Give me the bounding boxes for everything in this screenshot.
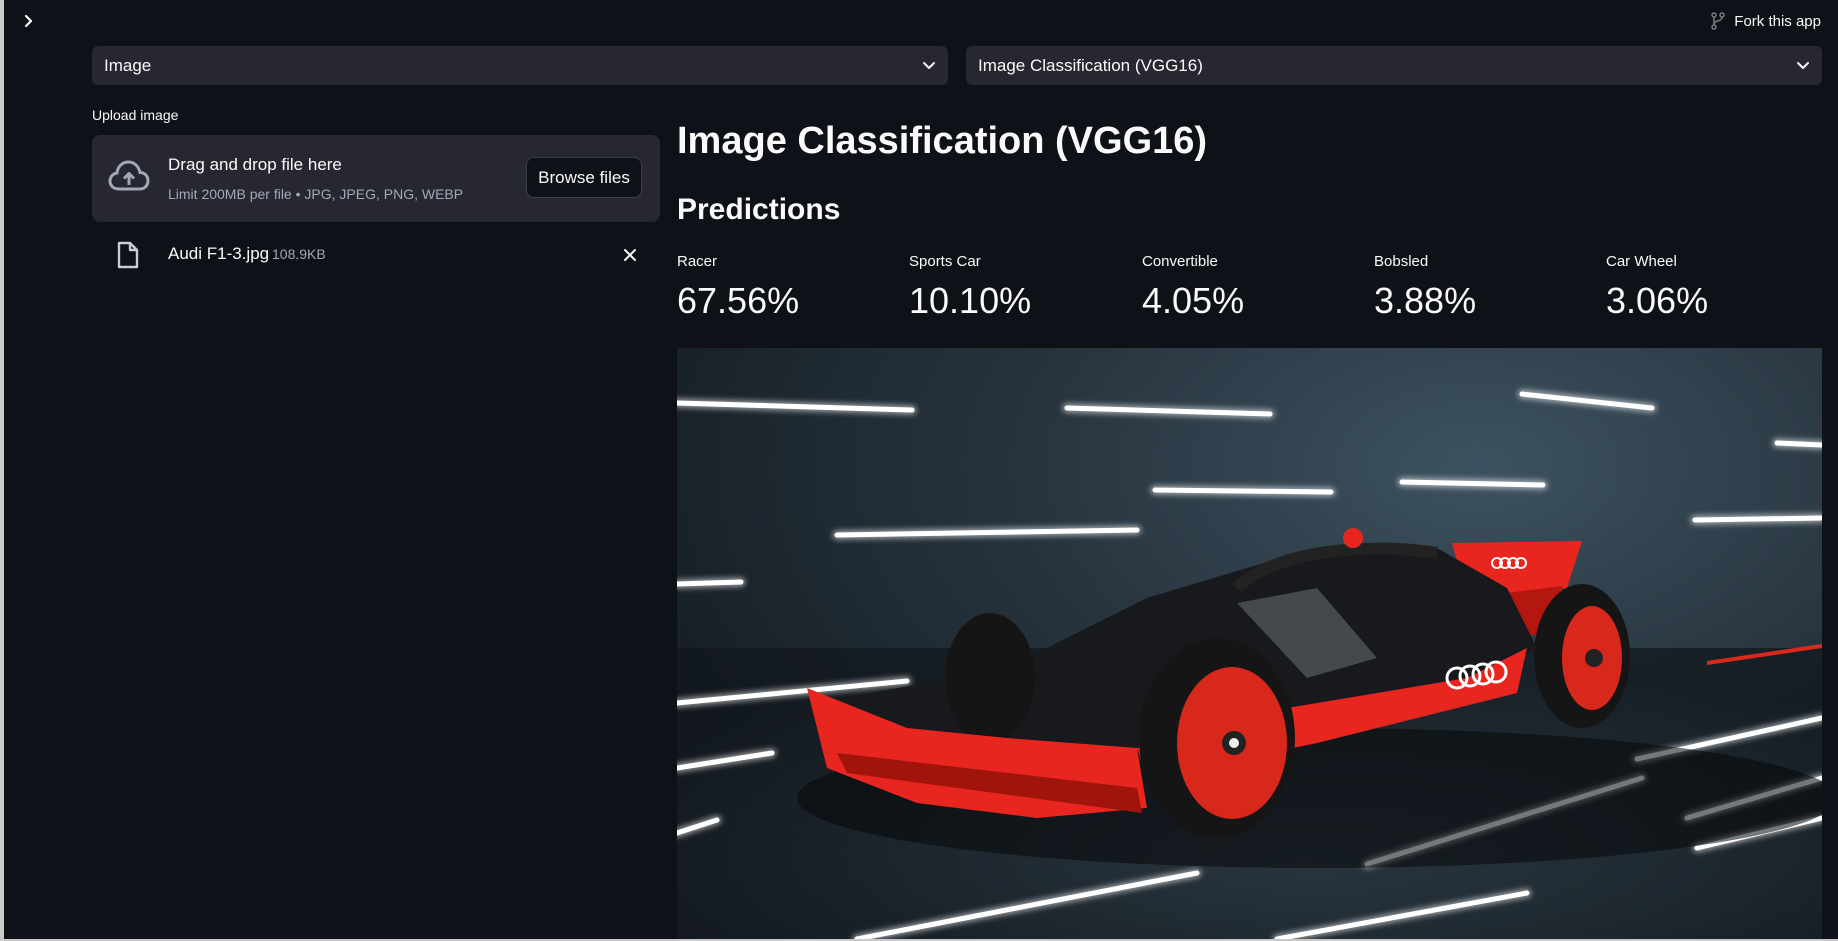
chevron-down-icon (1797, 61, 1809, 69)
prediction-metric: Bobsled 3.88% (1374, 253, 1594, 322)
input-type-value: Image (104, 55, 152, 75)
metric-label: Convertible (1142, 253, 1218, 270)
uploaded-file-row: Audi F1-3.jpg 108.9KB (92, 238, 660, 272)
metric-value: 67.56% (677, 280, 800, 321)
prediction-metric: Sports Car 10.10% (909, 253, 1129, 322)
fork-app-label: Fork this app (1734, 12, 1821, 30)
predictions-heading: Predictions (677, 193, 841, 226)
chevron-right-icon (24, 14, 33, 28)
metric-label: Car Wheel (1606, 253, 1677, 270)
remove-file-button[interactable] (620, 245, 640, 265)
upload-label: Upload image (92, 107, 179, 123)
input-type-select[interactable]: Image (92, 46, 948, 85)
metric-label: Racer (677, 253, 718, 270)
close-icon (624, 249, 636, 261)
sidebar-toggle-button[interactable] (18, 10, 40, 32)
metric-value: 3.06% (1606, 280, 1709, 321)
github-fork-icon (1711, 12, 1726, 30)
prediction-metric: Racer 67.56% (677, 253, 897, 322)
metric-value: 4.05% (1142, 280, 1245, 321)
file-dropzone[interactable]: Drag and drop file here Limit 200MB per … (92, 135, 660, 222)
model-value: Image Classification (VGG16) (978, 55, 1203, 75)
prediction-metric: Convertible 4.05% (1142, 253, 1362, 322)
browse-files-button[interactable]: Browse files (526, 157, 642, 198)
metric-label: Bobsled (1374, 253, 1429, 270)
file-icon (117, 241, 139, 269)
dropzone-title: Drag and drop file here (168, 155, 342, 174)
window-frame-left (0, 0, 4, 941)
cloud-upload-icon (108, 160, 150, 191)
dropzone-limit: Limit 200MB per file • JPG, JPEG, PNG, W… (168, 186, 464, 202)
file-size: 108.9KB (272, 246, 326, 262)
prediction-metric: Car Wheel 3.06% (1606, 253, 1826, 322)
fork-app-link[interactable]: Fork this app (1710, 10, 1821, 32)
page-title: Image Classification (VGG16) (677, 120, 1208, 162)
model-select[interactable]: Image Classification (VGG16) (966, 46, 1822, 85)
chevron-down-icon (923, 61, 935, 69)
metric-value: 3.88% (1374, 280, 1477, 321)
classified-image (677, 348, 1822, 939)
file-name: Audi F1-3.jpg (168, 244, 270, 263)
f1-car-photo (677, 389, 1822, 939)
metric-label: Sports Car (909, 253, 981, 270)
metric-value: 10.10% (909, 280, 1032, 321)
